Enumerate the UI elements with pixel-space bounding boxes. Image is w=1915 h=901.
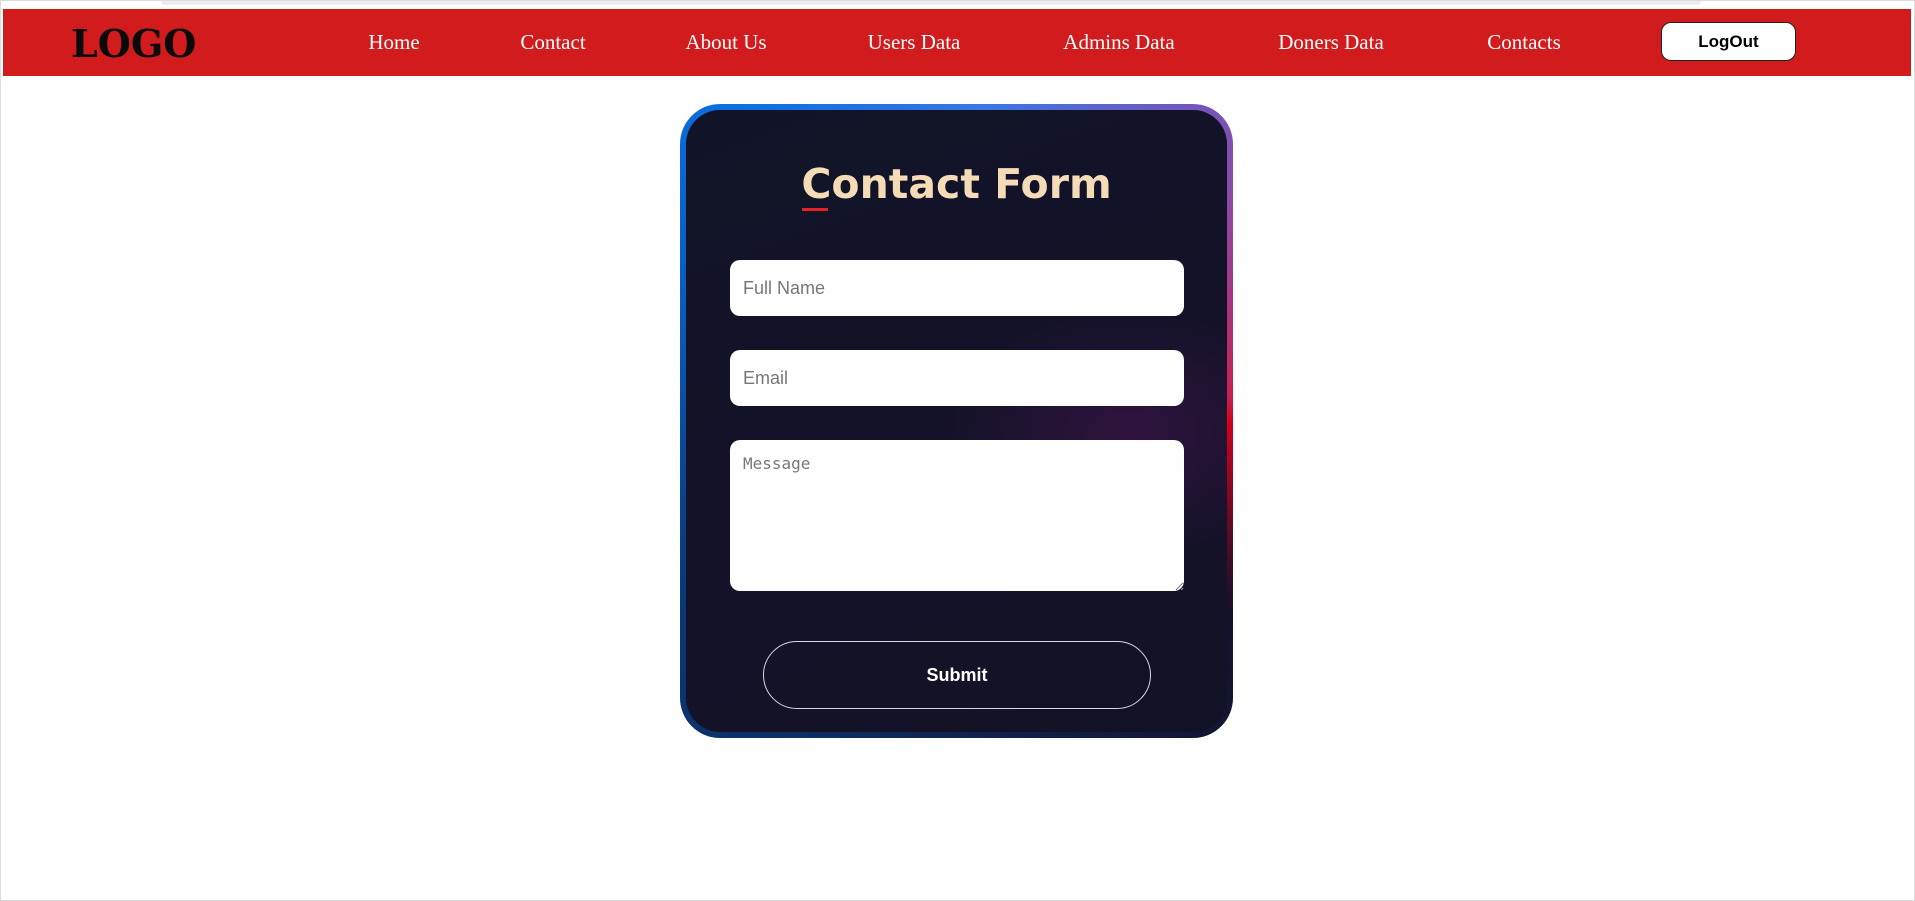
nav-link-about-us[interactable]: About Us (685, 30, 766, 55)
message-textarea[interactable] (730, 440, 1184, 591)
nav-link-contact[interactable]: Contact (520, 30, 585, 55)
form-title-container: Contact Form (686, 160, 1227, 211)
navbar: LOGO Home Contact About Us Users Data Ad… (3, 9, 1911, 76)
nav-link-doners-data[interactable]: Doners Data (1278, 30, 1384, 55)
contact-form-card: Contact Form Submit (680, 104, 1233, 738)
page: LOGO Home Contact About Us Users Data Ad… (0, 0, 1915, 901)
nav-link-home[interactable]: Home (368, 30, 419, 55)
contact-form: Contact Form Submit (686, 110, 1227, 732)
logout-button[interactable]: LogOut (1661, 22, 1796, 61)
nav-links: Home Contact About Us Users Data Admins … (3, 9, 1911, 76)
form-title: Contact Form (801, 160, 1112, 208)
spellcheck-underline (802, 208, 829, 211)
nav-link-users-data[interactable]: Users Data (868, 30, 961, 55)
nav-link-contacts[interactable]: Contacts (1487, 30, 1561, 55)
nav-link-admins-data[interactable]: Admins Data (1063, 30, 1174, 55)
browser-scrollbar-track (161, 1, 1701, 5)
email-input[interactable] (730, 350, 1184, 406)
submit-button[interactable]: Submit (763, 641, 1151, 709)
form-title-wrap: Contact Form (801, 160, 1112, 211)
full-name-input[interactable] (730, 260, 1184, 316)
